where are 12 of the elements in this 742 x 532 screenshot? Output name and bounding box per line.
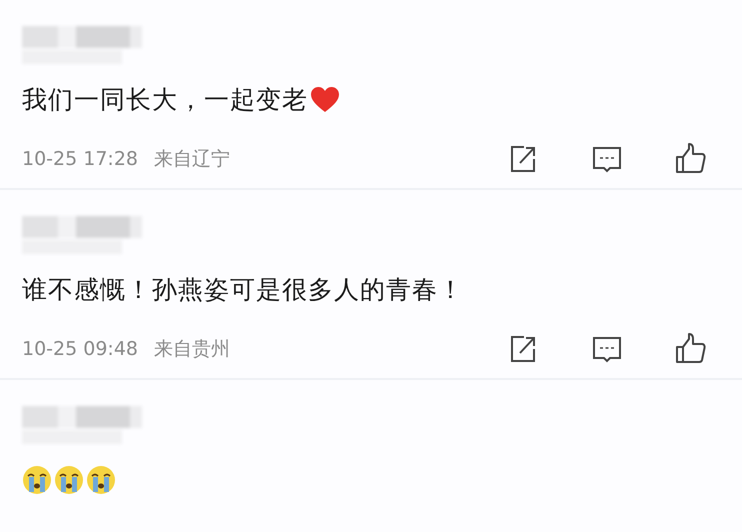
comment-text: 谁不感慨！孙燕姿可是很多人的青春！ <box>22 274 464 306</box>
heart-icon <box>310 86 340 114</box>
crying-face-icon <box>86 465 116 495</box>
like-icon[interactable] <box>674 332 708 366</box>
comment-time: 10-25 09:48 <box>22 336 138 362</box>
comment-location: 来自辽宁 <box>154 146 230 172</box>
like-icon[interactable] <box>674 142 708 176</box>
comment-time: 10-25 17:28 <box>22 146 138 172</box>
comment-location: 来自贵州 <box>154 336 230 362</box>
comment-text: 我们一同长大，一起变老 <box>22 84 308 116</box>
crying-face-icon <box>22 465 52 495</box>
crying-face-icon <box>54 465 84 495</box>
